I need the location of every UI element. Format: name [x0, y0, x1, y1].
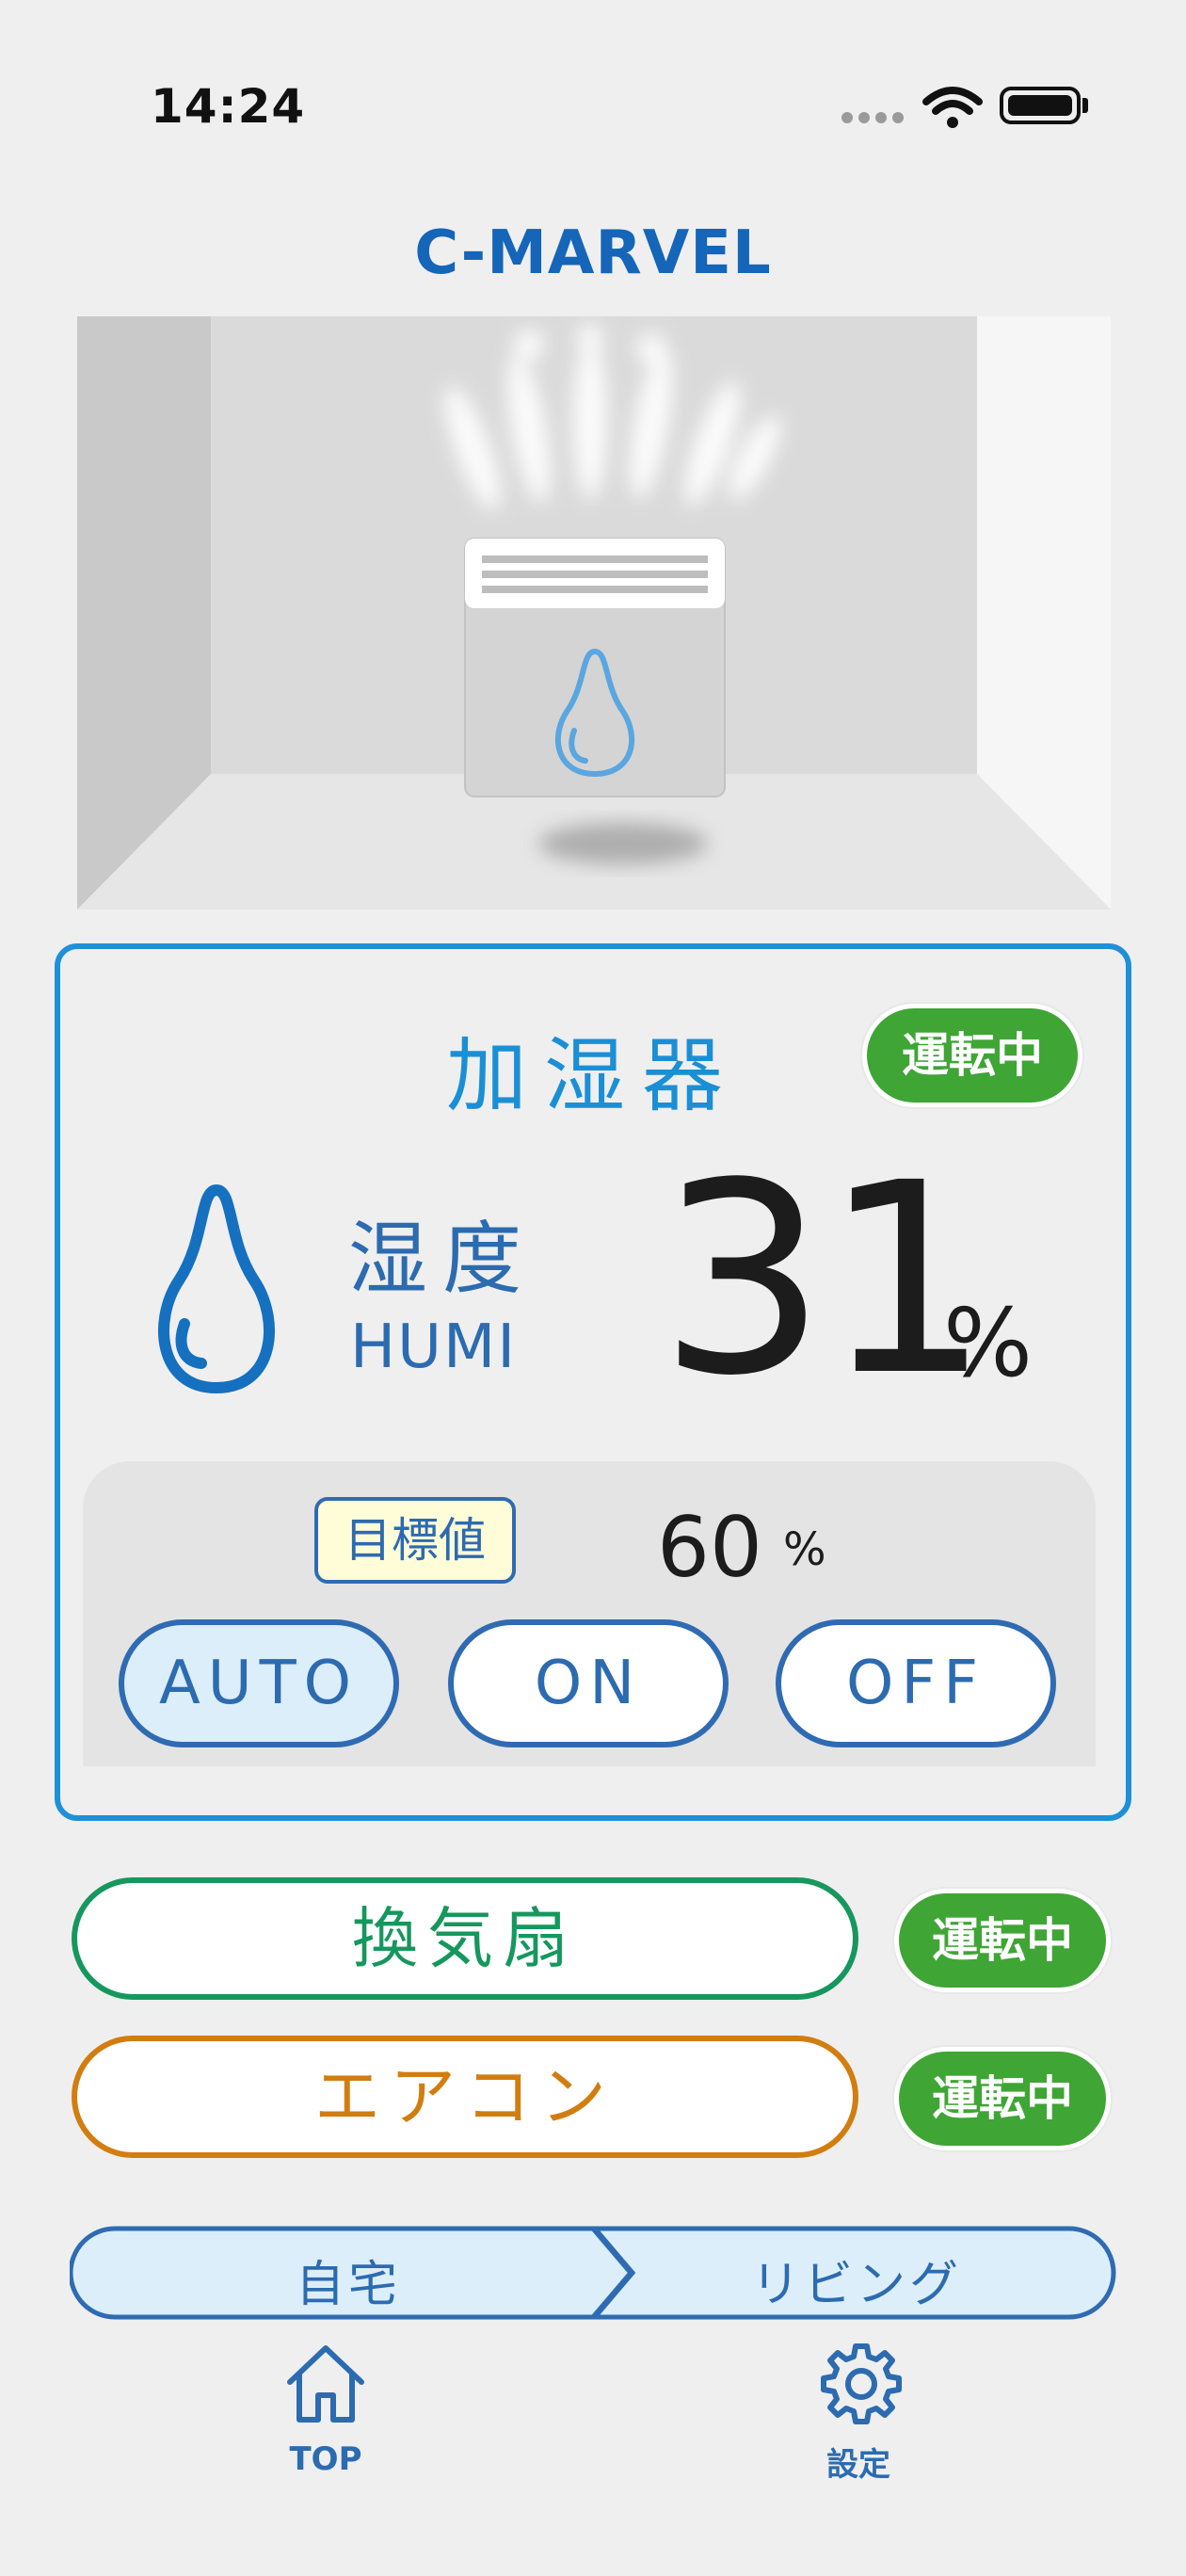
room-illustration	[77, 316, 1111, 910]
app-title: C-MARVEL	[414, 218, 772, 288]
water-drop-icon	[158, 1183, 275, 1394]
humidifier-status-badge: 運転中	[862, 1004, 1082, 1107]
battery-nub	[1082, 98, 1088, 113]
wifi-icon	[922, 87, 983, 128]
air-conditioner-button[interactable]: エアコン	[72, 2036, 858, 2158]
target-label: 目標値	[314, 1497, 516, 1584]
battery-icon	[1000, 87, 1081, 124]
target-value[interactable]: 60	[657, 1499, 762, 1596]
gear-icon[interactable]	[819, 2341, 904, 2425]
humidity-label-en: HUMI	[350, 1312, 518, 1382]
mode-on-button[interactable]: ON	[448, 1619, 729, 1747]
breadcrumb-home[interactable]: 自宅	[122, 2245, 574, 2315]
ventilation-fan-status-badge: 運転中	[894, 1889, 1111, 1992]
ventilation-fan-button[interactable]: 換気扇	[72, 1877, 858, 2000]
status-time: 14:24	[151, 79, 306, 134]
air-conditioner-status-badge: 運転中	[894, 2047, 1111, 2150]
target-unit: %	[783, 1523, 826, 1576]
humidity-value: 31	[659, 1127, 990, 1434]
cellular-signal-icon	[841, 112, 904, 123]
humidifier-device	[464, 538, 726, 797]
nav-settings-label[interactable]: 設定	[811, 2439, 906, 2485]
breadcrumb-room[interactable]: リビング	[640, 2245, 1073, 2315]
humidity-unit: %	[943, 1288, 1034, 1398]
humidity-label-jp: 湿度	[348, 1213, 537, 1305]
mode-auto-button[interactable]: AUTO	[119, 1619, 399, 1747]
mode-off-button[interactable]: OFF	[776, 1619, 1056, 1747]
nav-top-label[interactable]: TOP	[279, 2440, 373, 2478]
home-icon[interactable]	[282, 2341, 369, 2427]
